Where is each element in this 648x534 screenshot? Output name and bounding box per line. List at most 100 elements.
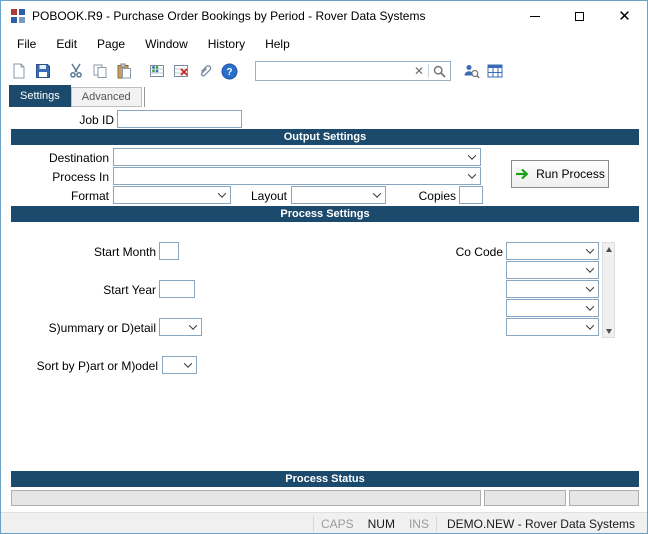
menu-file[interactable]: File [7,33,46,55]
copy-icon [93,64,107,78]
sort-by-label: Sort by P)art or M)odel [36,359,158,373]
chevron-down-icon [582,319,598,335]
co-code-select-1[interactable] [506,242,599,260]
scroll-up-icon[interactable] [603,243,614,255]
num-indicator: NUM [367,516,395,531]
co-code-select-3[interactable] [506,280,599,298]
process-status-header: Process Status [11,471,639,487]
attachment-button[interactable] [193,59,217,83]
chevron-down-icon [582,281,598,297]
co-code-select-5[interactable] [506,318,599,336]
chevron-down-icon [214,187,230,203]
paste-button[interactable] [112,59,136,83]
grid-delete-button[interactable] [169,59,193,83]
save-button[interactable] [31,59,55,83]
statusbar: CAPS NUM INS DEMO.NEW - Rover Data Syste… [1,512,647,533]
destination-select[interactable] [113,148,481,166]
tab-strip: Settings Advanced [1,85,647,107]
process-status-field-2 [484,490,566,506]
tab-settings-label: Settings [20,90,60,102]
layout-label: Layout [250,189,287,203]
process-status-field-3 [569,490,639,506]
workspace-name: DEMO.NEW - Rover Data Systems [446,516,635,531]
titlebar: POBOOK.R9 - Purchase Order Bookings by P… [1,1,647,31]
process-status-field-1 [11,490,481,506]
destination-label: Destination [48,151,109,165]
tab-advanced[interactable]: Advanced [70,87,142,107]
table-view-button[interactable] [483,59,507,83]
clear-search-icon[interactable]: ✕ [410,64,428,78]
help-icon: ? [221,63,237,79]
run-process-button[interactable]: Run Process [511,160,609,188]
format-label: Format [70,189,109,203]
table-view-icon [487,64,503,78]
minimize-icon [529,15,540,17]
summary-detail-label: S)ummary or D)etail [48,321,156,335]
process-in-select[interactable] [113,167,481,185]
window-controls: ✕ [512,1,647,31]
close-button[interactable]: ✕ [602,1,647,31]
copies-input[interactable] [459,186,483,204]
menu-window[interactable]: Window [135,33,198,55]
output-settings-header: Output Settings [11,129,639,145]
tab-edge [143,87,145,107]
user-lookup-icon [464,64,480,78]
maximize-icon [575,11,584,21]
start-month-label: Start Month [93,245,156,259]
co-code-select-2[interactable] [506,261,599,279]
save-icon [36,64,50,78]
paste-icon [117,63,131,79]
cut-button[interactable] [64,59,88,83]
chevron-down-icon [582,300,598,316]
menubar: File Edit Page Window History Help [1,31,647,57]
maximize-button[interactable] [557,1,602,31]
chevron-down-icon [464,168,480,184]
app-icon [10,8,26,24]
layout-select[interactable] [291,186,386,204]
job-id-label: Job ID [79,113,114,127]
co-code-select-4[interactable] [506,299,599,317]
start-year-label: Start Year [103,283,156,297]
menu-help[interactable]: Help [255,33,300,55]
menu-history[interactable]: History [198,33,255,55]
copy-button[interactable] [88,59,112,83]
start-month-input[interactable] [159,242,179,260]
tab-settings[interactable]: Settings [9,85,71,107]
help-button[interactable]: ? [217,59,241,83]
grid-delete-icon [174,65,188,77]
summary-detail-select[interactable] [159,318,202,336]
toolbar-search: ✕ [255,61,451,81]
copies-label: Copies [418,189,456,203]
chevron-down-icon [180,357,196,373]
run-arrow-icon [516,168,529,180]
toolbar: ? ✕ [1,57,647,85]
grid-options-button[interactable] [145,59,169,83]
minimize-button[interactable] [512,1,557,31]
menu-page[interactable]: Page [87,33,135,55]
scroll-track[interactable] [603,255,614,325]
chevron-down-icon [185,319,201,335]
format-select[interactable] [113,186,231,204]
search-icon[interactable] [429,65,450,78]
app-window: POBOOK.R9 - Purchase Order Bookings by P… [0,0,648,534]
co-code-scrollbar[interactable] [602,242,615,338]
user-lookup-button[interactable] [459,59,483,83]
cut-icon [70,63,82,78]
menu-edit[interactable]: Edit [46,33,87,55]
start-year-input[interactable] [159,280,195,298]
svg-text:?: ? [226,67,232,78]
caps-indicator: CAPS [320,516,354,531]
tab-advanced-label: Advanced [81,91,131,103]
chevron-down-icon [464,149,480,165]
scroll-down-icon[interactable] [603,325,614,337]
new-document-button[interactable] [7,59,31,83]
job-id-input[interactable] [117,110,242,128]
co-code-label: Co Code [455,245,503,259]
new-document-icon [13,63,25,79]
process-in-label: Process In [52,170,109,184]
search-input[interactable] [256,63,410,79]
close-icon: ✕ [618,7,631,25]
toolbar-separator [55,71,64,72]
window-title: POBOOK.R9 - Purchase Order Bookings by P… [32,9,426,23]
sort-by-select[interactable] [162,356,197,374]
